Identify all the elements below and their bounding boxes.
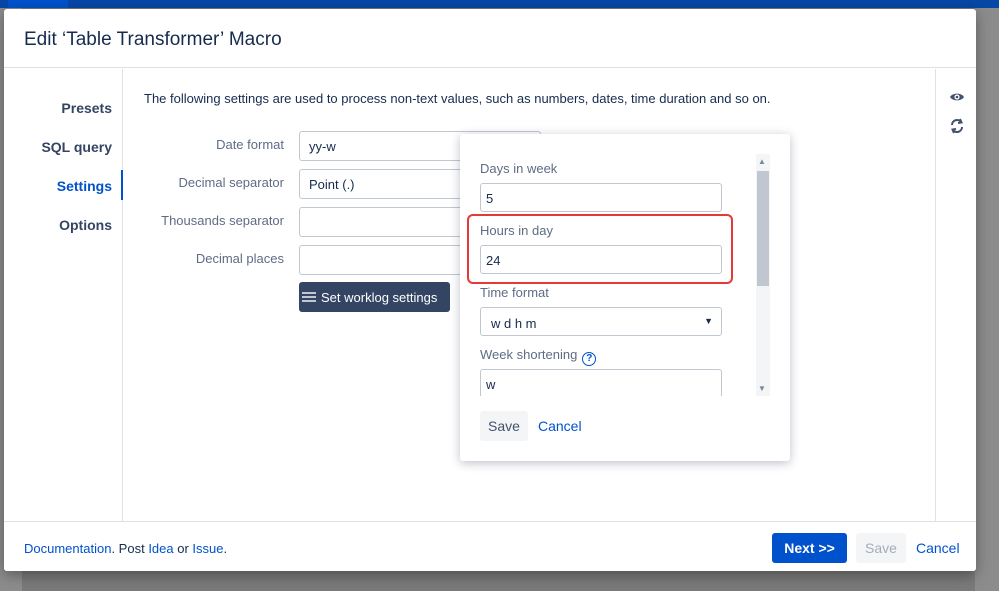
documentation-link[interactable]: Documentation (24, 541, 111, 556)
popup-save-button[interactable]: Save (480, 411, 528, 441)
set-worklog-settings-button[interactable]: Set worklog settings (299, 282, 450, 312)
dialog-title: Edit ‘Table Transformer’ Macro (24, 29, 282, 50)
top-navigation-bar (0, 0, 999, 8)
time-format-value: w d h m (491, 316, 537, 331)
preview-toolbar (935, 69, 976, 521)
eye-icon[interactable] (949, 89, 965, 105)
nav-item-settings[interactable]: Settings (57, 178, 112, 194)
week-shortening-label: Week shortening? (480, 347, 597, 366)
hours-in-day-input[interactable]: 24 (480, 245, 722, 274)
footer-post-text: . Post (111, 541, 149, 556)
footer-links: Documentation. Post Idea or Issue. (24, 541, 227, 556)
date-format-label: Date format (216, 137, 284, 152)
scroll-down-arrow-icon[interactable]: ▼ (758, 384, 766, 393)
background-page-right (975, 8, 999, 591)
nav-item-options[interactable]: Options (59, 217, 112, 233)
popup-scrollbar[interactable]: ▲ ▼ (756, 154, 770, 396)
footer-dot: . (223, 541, 228, 556)
time-format-select[interactable]: w d h m ▼ (480, 307, 722, 336)
days-in-week-input[interactable]: 5 (480, 183, 722, 212)
nav-active-indicator (121, 170, 123, 200)
refresh-icon[interactable] (949, 118, 965, 134)
nav-item-presets[interactable]: Presets (61, 100, 112, 116)
week-shortening-text: Week shortening (480, 347, 578, 362)
time-format-label: Time format (480, 285, 549, 300)
footer-or-text: or (173, 541, 193, 556)
popup-cancel-link[interactable]: Cancel (538, 411, 582, 441)
worklog-settings-popup: Days in week 5 Hours in day 24 Time form… (460, 134, 790, 461)
scrollbar-thumb[interactable] (757, 171, 769, 286)
thousands-separator-label: Thousands separator (161, 213, 284, 228)
week-shortening-input[interactable]: w (480, 369, 722, 396)
days-in-week-label: Days in week (480, 161, 558, 176)
decimal-places-label: Decimal places (195, 251, 284, 266)
issue-link[interactable]: Issue (192, 541, 223, 556)
settings-navigation: Presets SQL query Settings Options (4, 69, 123, 521)
nav-item-sql-query[interactable]: SQL query (41, 139, 112, 155)
save-button[interactable]: Save (856, 533, 906, 563)
next-button[interactable]: Next >> (772, 533, 847, 563)
scroll-up-arrow-icon[interactable]: ▲ (758, 157, 766, 166)
idea-link[interactable]: Idea (148, 541, 173, 556)
dialog-footer: Documentation. Post Idea or Issue. Next … (4, 521, 976, 571)
cancel-button[interactable]: Cancel (916, 533, 960, 563)
top-nav-tab[interactable] (8, 0, 68, 8)
set-worklog-settings-label: Set worklog settings (321, 289, 438, 305)
hours-in-day-label: Hours in day (480, 223, 553, 238)
settings-description: The following settings are used to proce… (144, 91, 771, 106)
decimal-separator-label: Decimal separator (178, 175, 285, 190)
chevron-down-icon: ▼ (704, 316, 713, 326)
help-icon[interactable]: ? (582, 352, 597, 366)
dialog-header: Edit ‘Table Transformer’ Macro (4, 9, 976, 68)
menu-icon (302, 292, 316, 302)
